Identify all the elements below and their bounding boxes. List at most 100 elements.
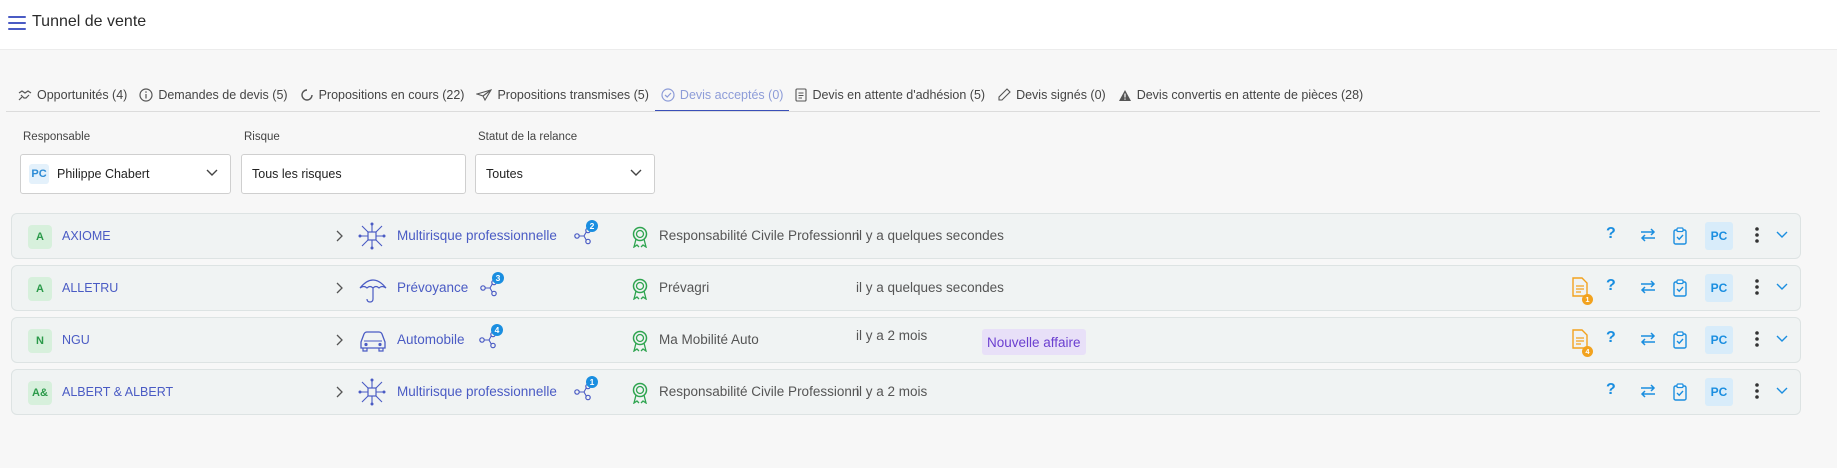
share-nodes-icon[interactable]: 1 xyxy=(574,376,598,406)
company-name[interactable]: AXIOME xyxy=(62,229,111,243)
car-icon xyxy=(360,331,386,352)
owner-avatar-button[interactable]: PC xyxy=(1705,378,1733,406)
chevron-down-icon[interactable] xyxy=(1776,387,1788,395)
share-nodes-icon[interactable]: 4 xyxy=(479,324,503,354)
award-ribbon-icon xyxy=(632,382,648,404)
tab-devis-signes[interactable]: Devis signés (0) xyxy=(991,78,1112,112)
chevron-right-icon[interactable] xyxy=(336,230,344,242)
chevron-down-icon[interactable] xyxy=(1776,335,1788,343)
tab-opportunites[interactable]: Opportunités (4) xyxy=(12,78,133,112)
swap-arrows-icon[interactable] xyxy=(1639,331,1657,347)
document-alert-icon[interactable]: 4 xyxy=(1572,329,1593,357)
more-vertical-icon[interactable] xyxy=(1754,278,1760,296)
list-item[interactable]: A ALLETRU Prévoyance 3 Prévagri il y a q… xyxy=(11,265,1801,311)
risque-value: Tous les risques xyxy=(252,167,342,181)
document-count: 1 xyxy=(1582,294,1593,305)
share-count: 3 xyxy=(492,272,504,284)
chevron-down-icon[interactable] xyxy=(1776,231,1788,239)
umbrella-icon xyxy=(359,279,387,303)
chevron-down-icon[interactable] xyxy=(1776,283,1788,291)
owner-avatar-button[interactable]: PC xyxy=(1705,222,1733,250)
tabs-divider xyxy=(6,111,1820,112)
help-button[interactable]: ? xyxy=(1606,381,1616,399)
risque-input[interactable]: Tous les risques xyxy=(241,154,466,194)
responsable-avatar: PC xyxy=(29,164,49,184)
statut-relance-select[interactable]: Toutes xyxy=(475,154,655,194)
warning-icon xyxy=(1118,89,1131,101)
company-name[interactable]: ALBERT & ALBERT xyxy=(62,385,173,399)
tab-label: Demandes de devis (5) xyxy=(158,88,288,102)
clipboard-check-icon[interactable] xyxy=(1673,383,1687,401)
product-name[interactable]: Multirisque professionnelle xyxy=(397,228,557,243)
product-name[interactable]: Prévoyance xyxy=(397,280,468,295)
time-ago: il y a 2 mois xyxy=(856,328,928,343)
chevron-right-icon[interactable] xyxy=(336,282,344,294)
help-button[interactable]: ? xyxy=(1606,329,1616,347)
risque-label: Risque xyxy=(244,131,280,143)
time-ago: il y a quelques secondes xyxy=(856,280,1004,295)
help-button[interactable]: ? xyxy=(1606,277,1616,295)
contract-name: Responsabilité Civile Professionnelle xyxy=(659,228,859,243)
share-count: 4 xyxy=(491,324,503,336)
chevron-right-icon[interactable] xyxy=(336,334,344,346)
contract-name: Ma Mobilité Auto xyxy=(659,332,759,347)
product-name[interactable]: Multirisque professionnelle xyxy=(397,384,557,399)
share-nodes-icon[interactable]: 2 xyxy=(574,220,598,250)
owner-avatar-button[interactable]: PC xyxy=(1705,326,1733,354)
list-item[interactable]: A& ALBERT & ALBERT Multirisque professio… xyxy=(11,369,1801,415)
award-ribbon-icon xyxy=(632,226,648,248)
hamburger-menu-icon[interactable] xyxy=(8,16,26,30)
network-icon xyxy=(358,378,386,406)
time-ago: il y a 2 mois xyxy=(856,384,928,399)
time-ago: il y a quelques secondes xyxy=(856,228,1004,243)
award-ribbon-icon xyxy=(632,278,648,300)
tab-demandes-de-devis[interactable]: Demandes de devis (5) xyxy=(133,78,293,112)
responsable-label: Responsable xyxy=(23,131,91,143)
document-alert-icon[interactable]: 1 xyxy=(1572,277,1593,305)
handshake-icon xyxy=(18,90,32,101)
statut-value: Toutes xyxy=(486,167,523,181)
network-icon xyxy=(358,222,386,250)
help-button[interactable]: ? xyxy=(1606,225,1616,243)
page-title: Tunnel de vente xyxy=(32,13,147,30)
document-count: 4 xyxy=(1582,346,1593,357)
tab-devis-en-attente-adhesion[interactable]: Devis en attente d'adhésion (5) xyxy=(789,78,991,112)
product-name[interactable]: Automobile xyxy=(397,332,465,347)
swap-arrows-icon[interactable] xyxy=(1639,279,1657,295)
swap-arrows-icon[interactable] xyxy=(1639,383,1657,399)
spinner-icon xyxy=(300,89,313,101)
tab-devis-acceptes[interactable]: Devis acceptés (0) xyxy=(654,78,790,112)
responsable-select[interactable]: PC Philippe Chabert xyxy=(20,154,231,194)
responsable-value: Philippe Chabert xyxy=(57,167,150,181)
tab-propositions-en-cours[interactable]: Propositions en cours (22) xyxy=(294,78,471,112)
owner-avatar-button[interactable]: PC xyxy=(1705,274,1733,302)
more-vertical-icon[interactable] xyxy=(1754,382,1760,400)
list-item[interactable]: A AXIOME Multirisque professionnelle 2 R… xyxy=(11,213,1801,259)
chevron-down-icon xyxy=(630,169,642,176)
swap-arrows-icon[interactable] xyxy=(1639,227,1657,243)
tab-devis-convertis[interactable]: Devis convertis en attente de pièces (28… xyxy=(1112,78,1370,112)
list-item[interactable]: N NGU Automobile 4 Ma Mobilité Auto il y… xyxy=(11,317,1801,363)
more-vertical-icon[interactable] xyxy=(1754,330,1760,348)
contract-name: Prévagri xyxy=(659,280,710,295)
company-name[interactable]: NGU xyxy=(62,333,90,347)
chevron-down-icon xyxy=(206,169,218,176)
award-ribbon-icon xyxy=(632,330,648,352)
tab-label: Opportunités (4) xyxy=(37,88,128,102)
more-vertical-icon[interactable] xyxy=(1754,226,1760,244)
tab-label: Devis convertis en attente de pièces (28… xyxy=(1136,88,1364,102)
clipboard-check-icon[interactable] xyxy=(1673,279,1687,297)
tab-bar: Opportunités (4) Demandes de devis (5) P… xyxy=(12,78,1369,112)
statut-relance-label: Statut de la relance xyxy=(478,131,578,143)
clipboard-check-icon[interactable] xyxy=(1673,227,1687,245)
chevron-right-icon[interactable] xyxy=(336,386,344,398)
share-count: 2 xyxy=(586,220,598,232)
top-bar: Tunnel de vente xyxy=(0,0,1837,50)
company-name[interactable]: ALLETRU xyxy=(62,281,118,295)
clipboard-check-icon[interactable] xyxy=(1673,331,1687,349)
tab-propositions-transmises[interactable]: Propositions transmises (5) xyxy=(470,78,654,112)
tab-label: Devis en attente d'adhésion (5) xyxy=(812,88,986,102)
company-avatar: N xyxy=(28,329,52,353)
share-nodes-icon[interactable]: 3 xyxy=(480,272,504,302)
paper-plane-icon xyxy=(476,89,493,102)
